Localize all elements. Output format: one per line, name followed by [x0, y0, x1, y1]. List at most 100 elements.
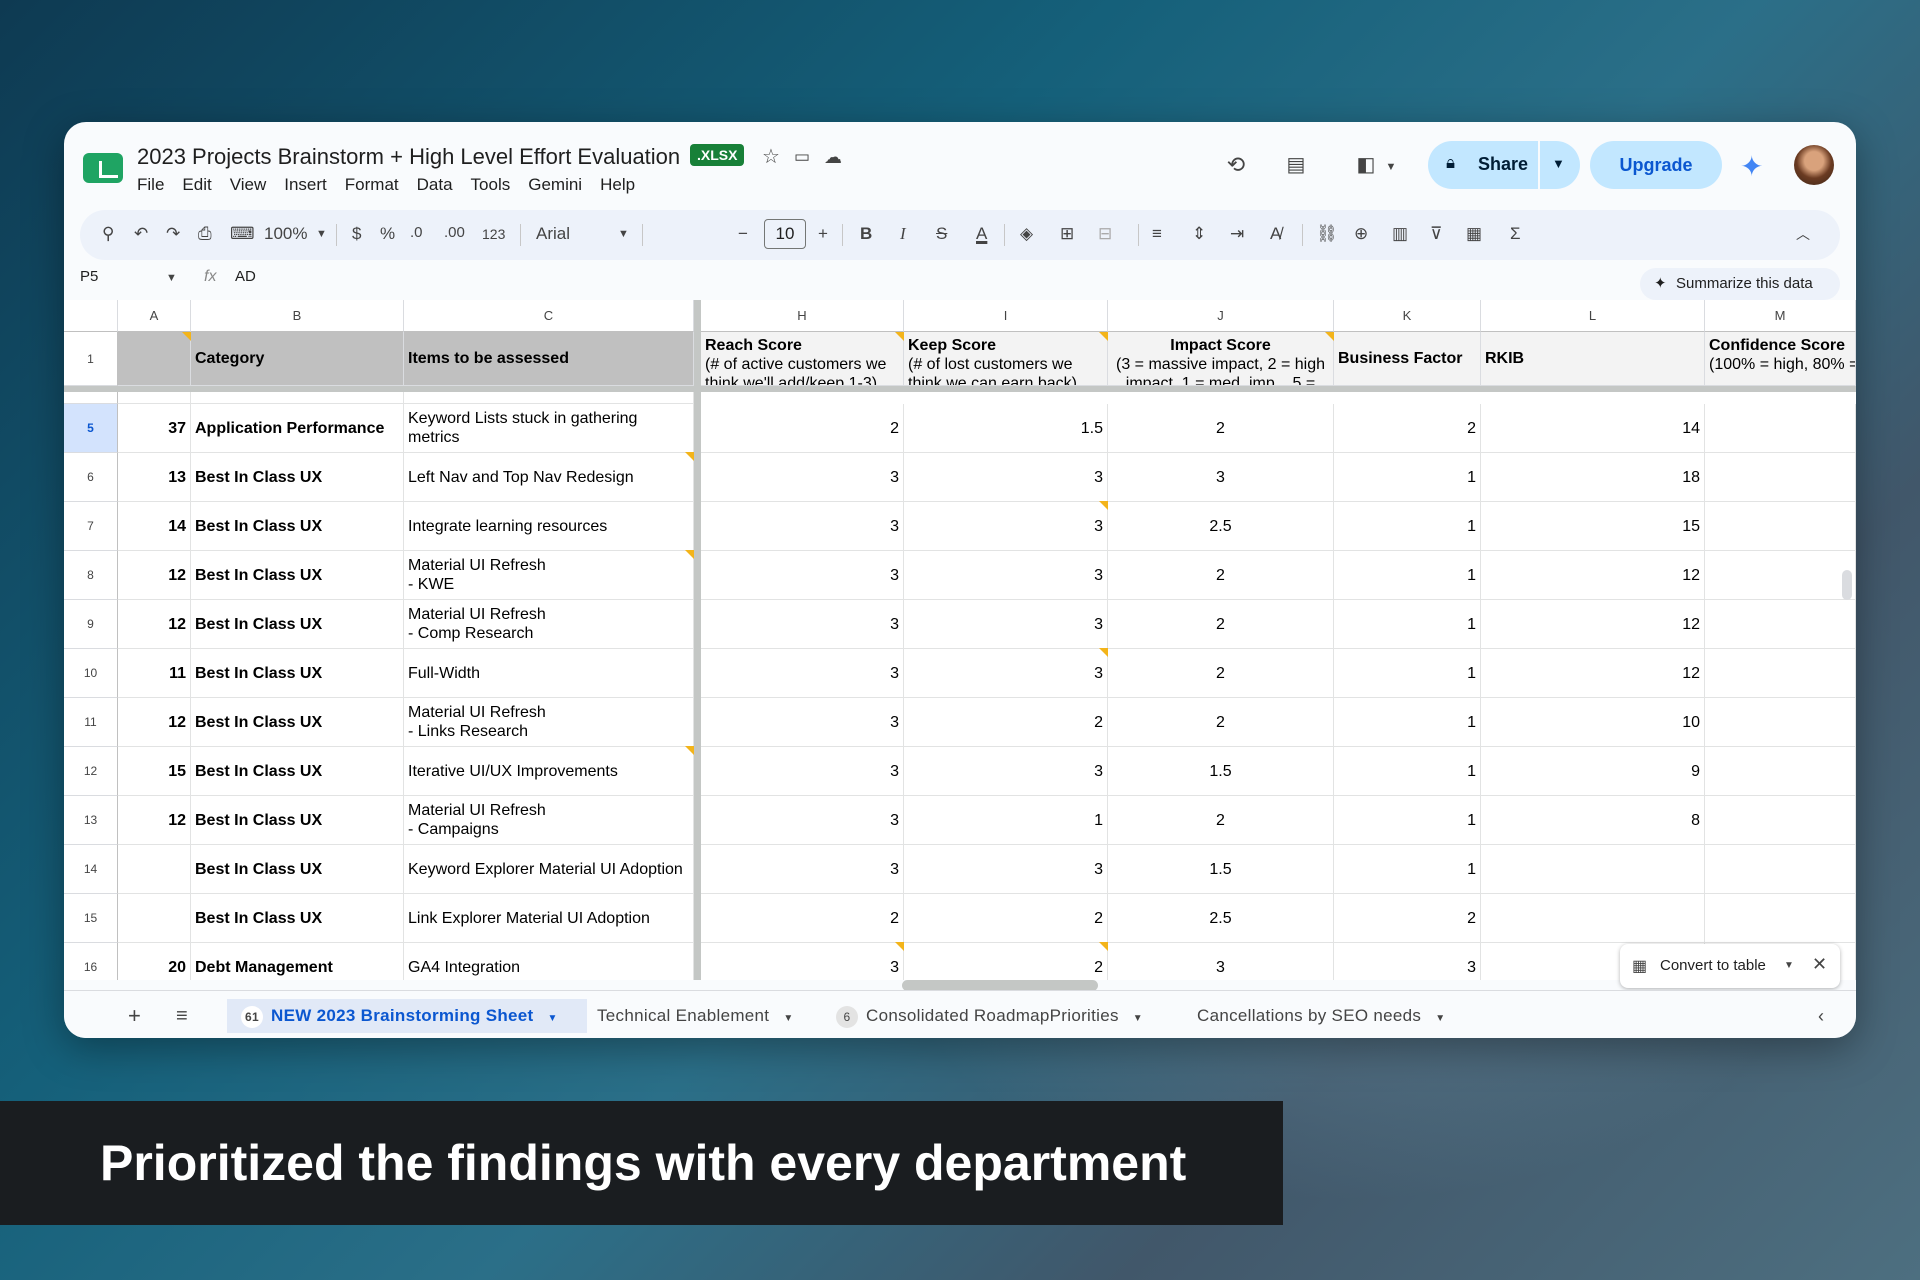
table-cell-c[interactable]: Integrate learning resources [404, 502, 694, 551]
table-cell-b[interactable]: Best In Class UX [191, 747, 404, 796]
avatar[interactable] [1794, 145, 1834, 185]
table-cell-m[interactable] [1705, 502, 1856, 551]
gemini-icon[interactable]: ✦ [1740, 150, 1763, 183]
comment-marker[interactable] [685, 452, 694, 461]
row-header[interactable]: 11 [64, 698, 118, 747]
formula-input[interactable]: AD [235, 268, 256, 285]
close-icon[interactable]: ✕ [1812, 954, 1827, 975]
header-cell-business-factor[interactable]: Business Factor [1334, 332, 1481, 386]
comment-marker[interactable] [1099, 332, 1108, 341]
table-cell-a[interactable]: 12 [118, 698, 191, 747]
column-header-h[interactable]: H [701, 300, 904, 332]
paint-format-icon[interactable]: ⌨ [230, 224, 255, 244]
currency-format-button[interactable]: $ [352, 224, 361, 244]
table-cell-b[interactable]: Best In Class UX [191, 502, 404, 551]
print-icon[interactable]: ⎙ [198, 224, 212, 244]
select-all-corner[interactable] [64, 300, 118, 332]
convert-to-table-chip[interactable]: ▦ Convert to table ▼ ✕ [1620, 944, 1840, 988]
table-cell-j[interactable]: 2 [1108, 796, 1334, 845]
table-cell-c[interactable]: Keyword Explorer Material UI Adoption [404, 845, 694, 894]
table-cell-c[interactable]: Material UI Refresh - Campaigns [404, 796, 694, 845]
table-cell-m[interactable] [1705, 845, 1856, 894]
insert-link-icon[interactable]: ⛓ [1316, 224, 1338, 244]
table-cell-b[interactable]: Best In Class UX [191, 453, 404, 502]
table-cell-h[interactable]: 3 [701, 845, 904, 894]
row-header[interactable]: 16 [64, 943, 118, 980]
table-cell-m[interactable] [1705, 600, 1856, 649]
table-cell-b[interactable]: Best In Class UX [191, 649, 404, 698]
summarize-data-button[interactable]: Summarize this data [1640, 268, 1840, 300]
header-cell-keep-score[interactable]: Keep Score (# of lost customers we think… [904, 332, 1108, 386]
comment-marker[interactable] [895, 942, 904, 951]
header-cell-rkib[interactable]: RKIB [1481, 332, 1705, 386]
table-cell-i[interactable]: 3 [904, 453, 1108, 502]
name-box[interactable]: P5 [80, 268, 98, 285]
menu-edit[interactable]: Edit [182, 175, 211, 195]
table-cell-k[interactable]: 1 [1334, 747, 1481, 796]
table-cell-i[interactable]: 3 [904, 845, 1108, 894]
table-cell-i[interactable]: 3 [904, 551, 1108, 600]
table-cell-k[interactable]: 1 [1334, 649, 1481, 698]
table-cell-k[interactable]: 1 [1334, 845, 1481, 894]
menu-format[interactable]: Format [345, 175, 399, 195]
menu-help[interactable]: Help [600, 175, 635, 195]
table-cell-h[interactable]: 3 [701, 747, 904, 796]
column-header-i[interactable]: I [904, 300, 1108, 332]
tab-chevron-down-icon[interactable]: ▼ [1435, 1013, 1445, 1024]
row-header[interactable]: 14 [64, 845, 118, 894]
row-header[interactable]: 12 [64, 747, 118, 796]
table-cell-c[interactable]: Material UI Refresh - Comp Research [404, 600, 694, 649]
tab-technical-enablement[interactable]: Technical Enablement ▼ [597, 999, 794, 1033]
table-cell-m[interactable] [1705, 649, 1856, 698]
font-chevron-down-icon[interactable]: ▼ [618, 228, 629, 240]
table-cell-k[interactable]: 1 [1334, 453, 1481, 502]
comments-icon[interactable]: ▤ [1279, 148, 1313, 182]
table-cell-j[interactable]: 2 [1108, 404, 1334, 453]
table-cell-h[interactable]: 3 [701, 698, 904, 747]
tab-chevron-down-icon[interactable]: ▼ [783, 1013, 793, 1024]
table-cell-h[interactable]: 3 [701, 502, 904, 551]
header-cell-items[interactable]: Items to be assessed [404, 332, 694, 386]
table-cell-b[interactable]: Best In Class UX [191, 551, 404, 600]
tab-new-2023-brainstorming-sheet[interactable]: 61 NEW 2023 Brainstorming Sheet ▼ [227, 999, 587, 1033]
scroll-tabs-left-icon[interactable]: ‹ [1818, 999, 1824, 1033]
row-header[interactable]: 5 [64, 404, 118, 453]
add-sheet-icon[interactable]: + [128, 999, 141, 1033]
table-cell-i[interactable]: 2 [904, 943, 1108, 980]
table-cell-l[interactable]: 14 [1481, 404, 1705, 453]
table-cell-j[interactable]: 2 [1108, 698, 1334, 747]
all-sheets-icon[interactable]: ≡ [176, 999, 188, 1033]
bold-icon[interactable]: B [860, 224, 872, 244]
table-cell-k[interactable]: 1 [1334, 600, 1481, 649]
filter-icon[interactable]: ⊽ [1430, 224, 1442, 244]
document-title[interactable]: 2023 Projects Brainstorm + High Level Ef… [137, 144, 680, 170]
table-cell-a[interactable]: 12 [118, 551, 191, 600]
horizontal-align-icon[interactable]: ≡ [1152, 224, 1162, 244]
text-rotation-icon[interactable]: A̸ [1270, 224, 1281, 244]
table-cell-a[interactable]: 11 [118, 649, 191, 698]
tab-cancellations-by-seo-needs[interactable]: Cancellations by SEO needs ▼ [1197, 999, 1445, 1033]
sheets-logo-icon[interactable] [83, 153, 123, 183]
insert-chart-icon[interactable]: ▥ [1392, 224, 1408, 244]
table-cell-m[interactable] [1705, 404, 1856, 453]
insert-comment-icon[interactable]: ⊕ [1354, 224, 1368, 244]
header-cell-a[interactable] [118, 332, 191, 386]
table-cell-m[interactable] [1705, 796, 1856, 845]
table-cell-a[interactable] [118, 894, 191, 943]
table-cell-i[interactable]: 3 [904, 649, 1108, 698]
table-cell-i[interactable]: 3 [904, 600, 1108, 649]
table-cell-j[interactable]: 1.5 [1108, 747, 1334, 796]
table-cell-i[interactable]: 1.5 [904, 404, 1108, 453]
table-cell-m[interactable] [1705, 453, 1856, 502]
table-cell-l[interactable] [1481, 894, 1705, 943]
table-cell-l[interactable]: 15 [1481, 502, 1705, 551]
menu-data[interactable]: Data [417, 175, 453, 195]
table-cell-k[interactable]: 3 [1334, 943, 1481, 980]
row-header[interactable]: 13 [64, 796, 118, 845]
table-cell-l[interactable]: 12 [1481, 551, 1705, 600]
table-cell-a[interactable]: 20 [118, 943, 191, 980]
table-cell-k[interactable]: 2 [1334, 894, 1481, 943]
collapse-menus-chevron-up-icon[interactable]: ︿ [1796, 224, 1810, 244]
table-cell-b[interactable]: Debt Management [191, 943, 404, 980]
table-cell-h[interactable]: 2 [701, 894, 904, 943]
